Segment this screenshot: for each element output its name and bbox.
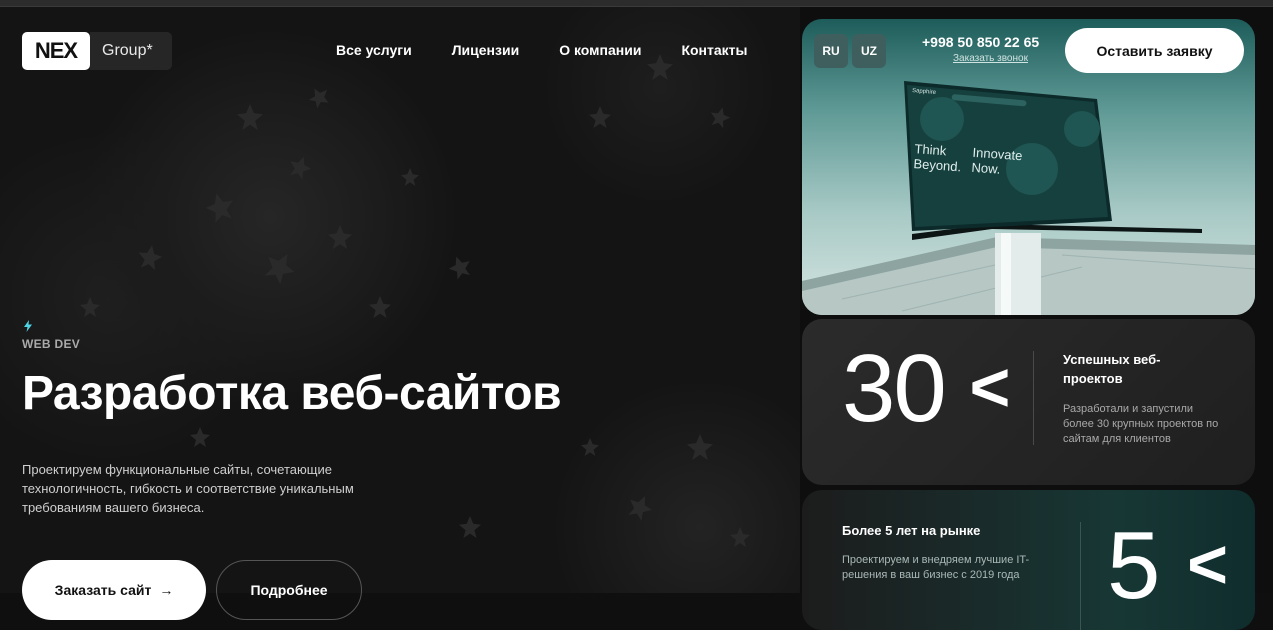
stat-card-projects: 30 < Успешных веб-проектов Разработали и… bbox=[802, 319, 1255, 485]
logo-text: NEX bbox=[34, 38, 78, 63]
chevron-left-icon: < bbox=[969, 348, 1010, 426]
stat-title-years: Более 5 лет на рынке bbox=[842, 523, 981, 538]
stat-number: 5 bbox=[1107, 512, 1161, 619]
main-nav: Все услуги Лицензии О компании Контакты bbox=[336, 42, 747, 58]
lang-uz-label: UZ bbox=[861, 44, 877, 58]
nav-item-contacts[interactable]: Контакты bbox=[681, 42, 747, 58]
lang-uz-button[interactable]: UZ bbox=[852, 34, 886, 68]
stat-value-projects: 30 < bbox=[842, 341, 1010, 437]
nav-item-services[interactable]: Все услуги bbox=[336, 42, 412, 58]
lightning-bolt-icon bbox=[24, 320, 32, 332]
leave-request-label: Оставить заявку bbox=[1096, 42, 1213, 59]
logo[interactable]: NEX bbox=[22, 32, 90, 70]
stat-card-years: Более 5 лет на рынке Проектируем и внедр… bbox=[802, 490, 1255, 630]
logo-group-label[interactable]: Group* bbox=[90, 32, 172, 70]
lang-ru-label: RU bbox=[822, 44, 840, 58]
more-button[interactable]: Подробнее bbox=[216, 560, 362, 620]
nav-item-about[interactable]: О компании bbox=[559, 42, 641, 58]
page-title: Разработка веб-сайтов bbox=[22, 367, 562, 420]
hero-description: Проектируем функциональные сайты, сочета… bbox=[22, 462, 354, 515]
stat-text-projects: Разработали и запустили более 30 крупных… bbox=[1063, 403, 1219, 445]
hero-image-card: Sapphire Think Beyond. Innovate Now. RU … bbox=[802, 19, 1255, 315]
phone-number[interactable]: +998 50 850 22 65 bbox=[922, 34, 1039, 50]
callback-link[interactable]: Заказать звонок bbox=[953, 53, 1028, 64]
chevron-left-icon: < bbox=[1187, 525, 1228, 603]
leave-request-button[interactable]: Оставить заявку bbox=[1065, 28, 1244, 73]
group-label: Group* bbox=[102, 42, 153, 59]
divider bbox=[1033, 351, 1034, 445]
laptop-screen-text-2: Innovate Now. bbox=[971, 144, 1023, 177]
more-label: Подробнее bbox=[250, 582, 328, 598]
stat-text-years: Проектируем и внедряем лучшие IT-решения… bbox=[842, 554, 1030, 581]
stat-number: 30 bbox=[842, 335, 947, 442]
lang-ru-button[interactable]: RU bbox=[814, 34, 848, 68]
order-site-button[interactable]: Заказать сайт → bbox=[22, 560, 206, 620]
browser-top-strip bbox=[0, 0, 1273, 7]
order-site-label: Заказать сайт bbox=[54, 582, 152, 598]
arrow-right-icon: → bbox=[159, 582, 174, 598]
stat-title-projects: Успешных веб-проектов bbox=[1063, 352, 1161, 386]
laptop-screen-text-1: Think Beyond. bbox=[913, 141, 962, 175]
section-eyebrow: WEB DEV bbox=[22, 337, 81, 351]
nav-item-licenses[interactable]: Лицензии bbox=[452, 42, 519, 58]
divider bbox=[1080, 522, 1081, 630]
stat-value-years: 5 < bbox=[1107, 518, 1228, 614]
